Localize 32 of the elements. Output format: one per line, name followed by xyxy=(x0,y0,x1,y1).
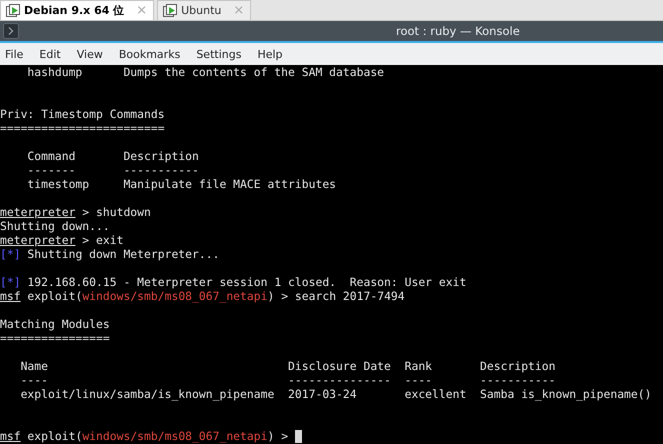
window-title: root : ruby — Konsole xyxy=(395,24,520,38)
menu-item[interactable]: Bookmarks xyxy=(118,48,180,60)
terminal-line: meterpreter > exit xyxy=(0,233,124,247)
terminal-line: [*] 192.168.60.15 - Meterpreter session 1 closed. Reason: User exit xyxy=(0,275,466,289)
terminal-line: Matching Modules xyxy=(0,317,110,331)
terminal-line: ================ xyxy=(0,331,110,345)
vm-play-icon xyxy=(163,4,178,18)
terminal-line: [*] Shutting down Meterpreter... xyxy=(0,247,220,261)
terminal-line: timestomp Manipulate file MACE attributes xyxy=(26,177,336,191)
terminal-line: msf exploit(windows/smb/ms08_067_netapi) > search 2017-7494 xyxy=(0,289,405,303)
menu-item[interactable]: View xyxy=(76,48,103,60)
terminal-line: ---- --------------- ---- ----------- xyxy=(20,373,556,387)
terminal-line: Shutting down... xyxy=(0,219,110,233)
vm-tab[interactable]: Debian 9.x 64 位 × xyxy=(0,0,154,20)
terminal-line: ======================== xyxy=(0,121,165,135)
terminal-icon[interactable] xyxy=(3,23,19,39)
menu-item[interactable]: File xyxy=(5,48,24,60)
menu-item[interactable]: Settings xyxy=(196,48,242,60)
vm-play-icon xyxy=(6,4,20,18)
tab-label: Ubuntu xyxy=(181,4,222,17)
terminal-line: ------- ----------- xyxy=(26,163,199,177)
tab-label: Debian 9.x 64 位 xyxy=(24,3,124,18)
terminal-line: hashdump Dumps the contents of the SAM database xyxy=(26,65,384,79)
terminal-line: Command Description xyxy=(26,149,199,163)
terminal-line: msf exploit(windows/smb/ms08_067_netapi) > xyxy=(0,429,290,443)
menu-item[interactable]: Edit xyxy=(39,48,61,60)
vm-tab[interactable]: Ubuntu × xyxy=(157,0,252,20)
menu-item[interactable]: Help xyxy=(257,48,283,60)
terminal-line: Name Disclosure Date Rank Description xyxy=(20,359,556,373)
terminal-line: exploit/linux/samba/is_known_pipename 2017-03-24 excellent Samba is_known_pipename() xyxy=(20,387,652,401)
terminal-line: Priv: Timestomp Commands xyxy=(0,107,165,121)
terminal-line: meterpreter > shutdown xyxy=(0,205,151,219)
